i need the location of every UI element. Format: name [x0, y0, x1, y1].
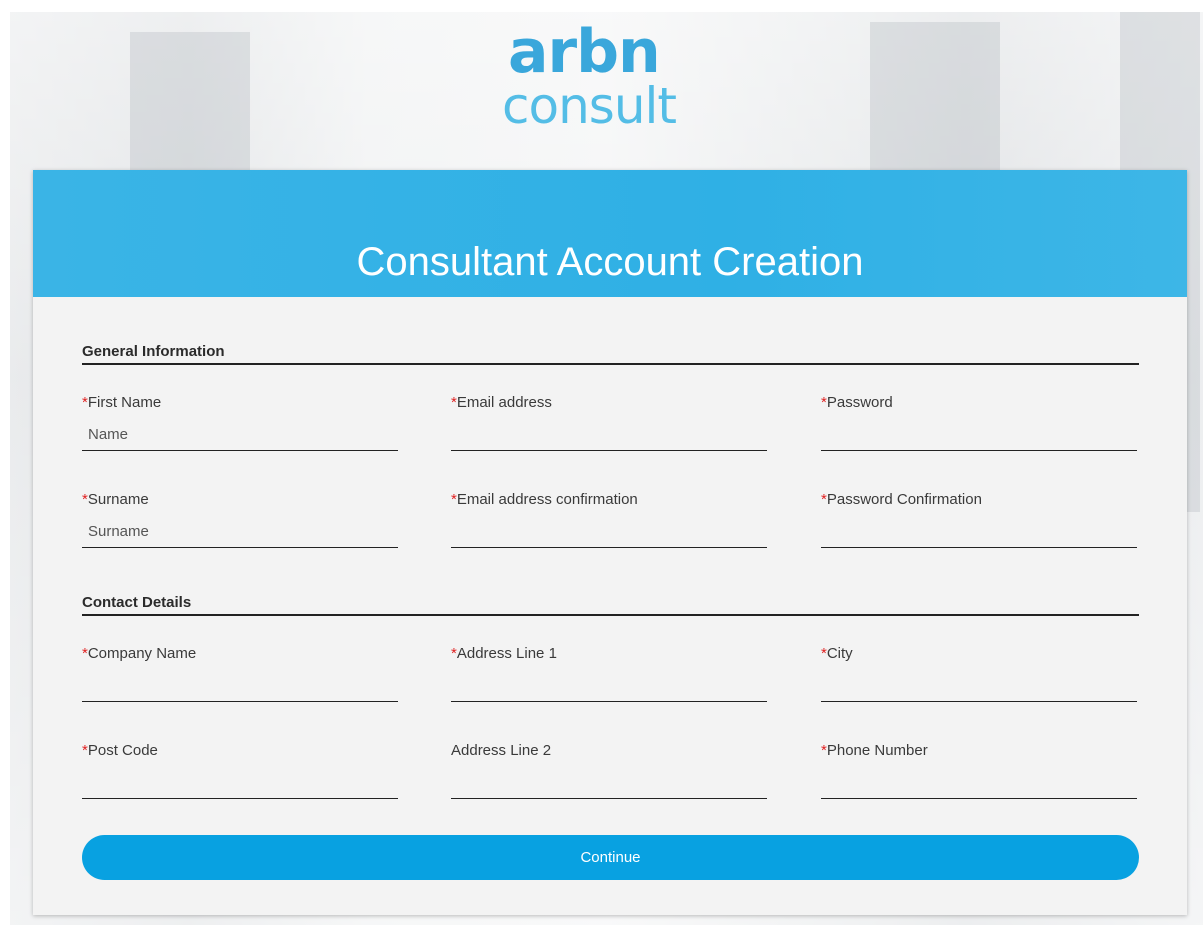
section-general-information: General Information	[82, 343, 1139, 365]
post-code-label-text: Post Code	[87, 742, 158, 759]
address-line-2-field: Address Line 2	[451, 741, 767, 799]
email-confirmation-input[interactable]	[451, 522, 767, 548]
company-name-field: *Company Name	[82, 644, 398, 702]
address-line-2-input[interactable]	[451, 773, 767, 799]
first-name-input[interactable]	[82, 425, 398, 451]
address-line-2-label-text: Address Line 2	[451, 742, 552, 759]
surname-input[interactable]	[82, 522, 398, 548]
password-confirmation-label-text: Password Confirmation	[826, 491, 982, 508]
logo-line-1: arbn	[508, 17, 661, 87]
email-label-text: Email address	[456, 394, 552, 411]
phone-number-input[interactable]	[821, 773, 1137, 799]
company-name-input[interactable]	[82, 676, 398, 702]
city-field: *City	[821, 644, 1137, 702]
post-code-field: *Post Code	[82, 741, 398, 799]
city-input[interactable]	[821, 676, 1137, 702]
page-title: Consultant Account Creation	[356, 240, 864, 284]
password-input[interactable]	[821, 425, 1137, 451]
address-line-1-label-text: Address Line 1	[456, 645, 557, 662]
password-label: *Password	[821, 393, 1137, 413]
first-name-label: *First Name	[82, 393, 398, 413]
password-field: *Password	[821, 393, 1137, 451]
surname-field: *Surname	[82, 490, 398, 548]
company-name-label-text: Company Name	[87, 645, 197, 662]
company-name-label: *Company Name	[82, 644, 398, 664]
password-confirmation-label: *Password Confirmation	[821, 490, 1137, 510]
address-line-1-input[interactable]	[451, 676, 767, 702]
arbn-consult-logo: arbn consult	[502, 17, 728, 132]
post-code-label: *Post Code	[82, 741, 398, 761]
logo-line-2: consult	[502, 77, 677, 135]
password-label-text: Password	[826, 394, 893, 411]
email-confirmation-field: *Email address confirmation	[451, 490, 767, 548]
surname-label: *Surname	[82, 490, 398, 510]
first-name-label-text: First Name	[87, 394, 162, 411]
password-confirmation-input[interactable]	[821, 522, 1137, 548]
account-creation-card: Consultant Account Creation General Info…	[33, 170, 1187, 915]
city-label-text: City	[826, 645, 853, 662]
card-header: Consultant Account Creation	[33, 170, 1187, 297]
surname-label-text: Surname	[87, 491, 149, 508]
phone-number-field: *Phone Number	[821, 741, 1137, 799]
address-line-2-label: Address Line 2	[451, 741, 767, 761]
email-confirmation-label: *Email address confirmation	[451, 490, 767, 510]
first-name-field: *First Name	[82, 393, 398, 451]
email-label: *Email address	[451, 393, 767, 413]
address-line-1-field: *Address Line 1	[451, 644, 767, 702]
city-label: *City	[821, 644, 1137, 664]
email-input[interactable]	[451, 425, 767, 451]
phone-number-label-text: Phone Number	[826, 742, 928, 759]
phone-number-label: *Phone Number	[821, 741, 1137, 761]
continue-button[interactable]: Continue	[82, 835, 1139, 880]
section-contact-details: Contact Details	[82, 594, 1139, 616]
password-confirmation-field: *Password Confirmation	[821, 490, 1137, 548]
email-confirmation-label-text: Email address confirmation	[456, 491, 638, 508]
post-code-input[interactable]	[82, 773, 398, 799]
email-field: *Email address	[451, 393, 767, 451]
address-line-1-label: *Address Line 1	[451, 644, 767, 664]
